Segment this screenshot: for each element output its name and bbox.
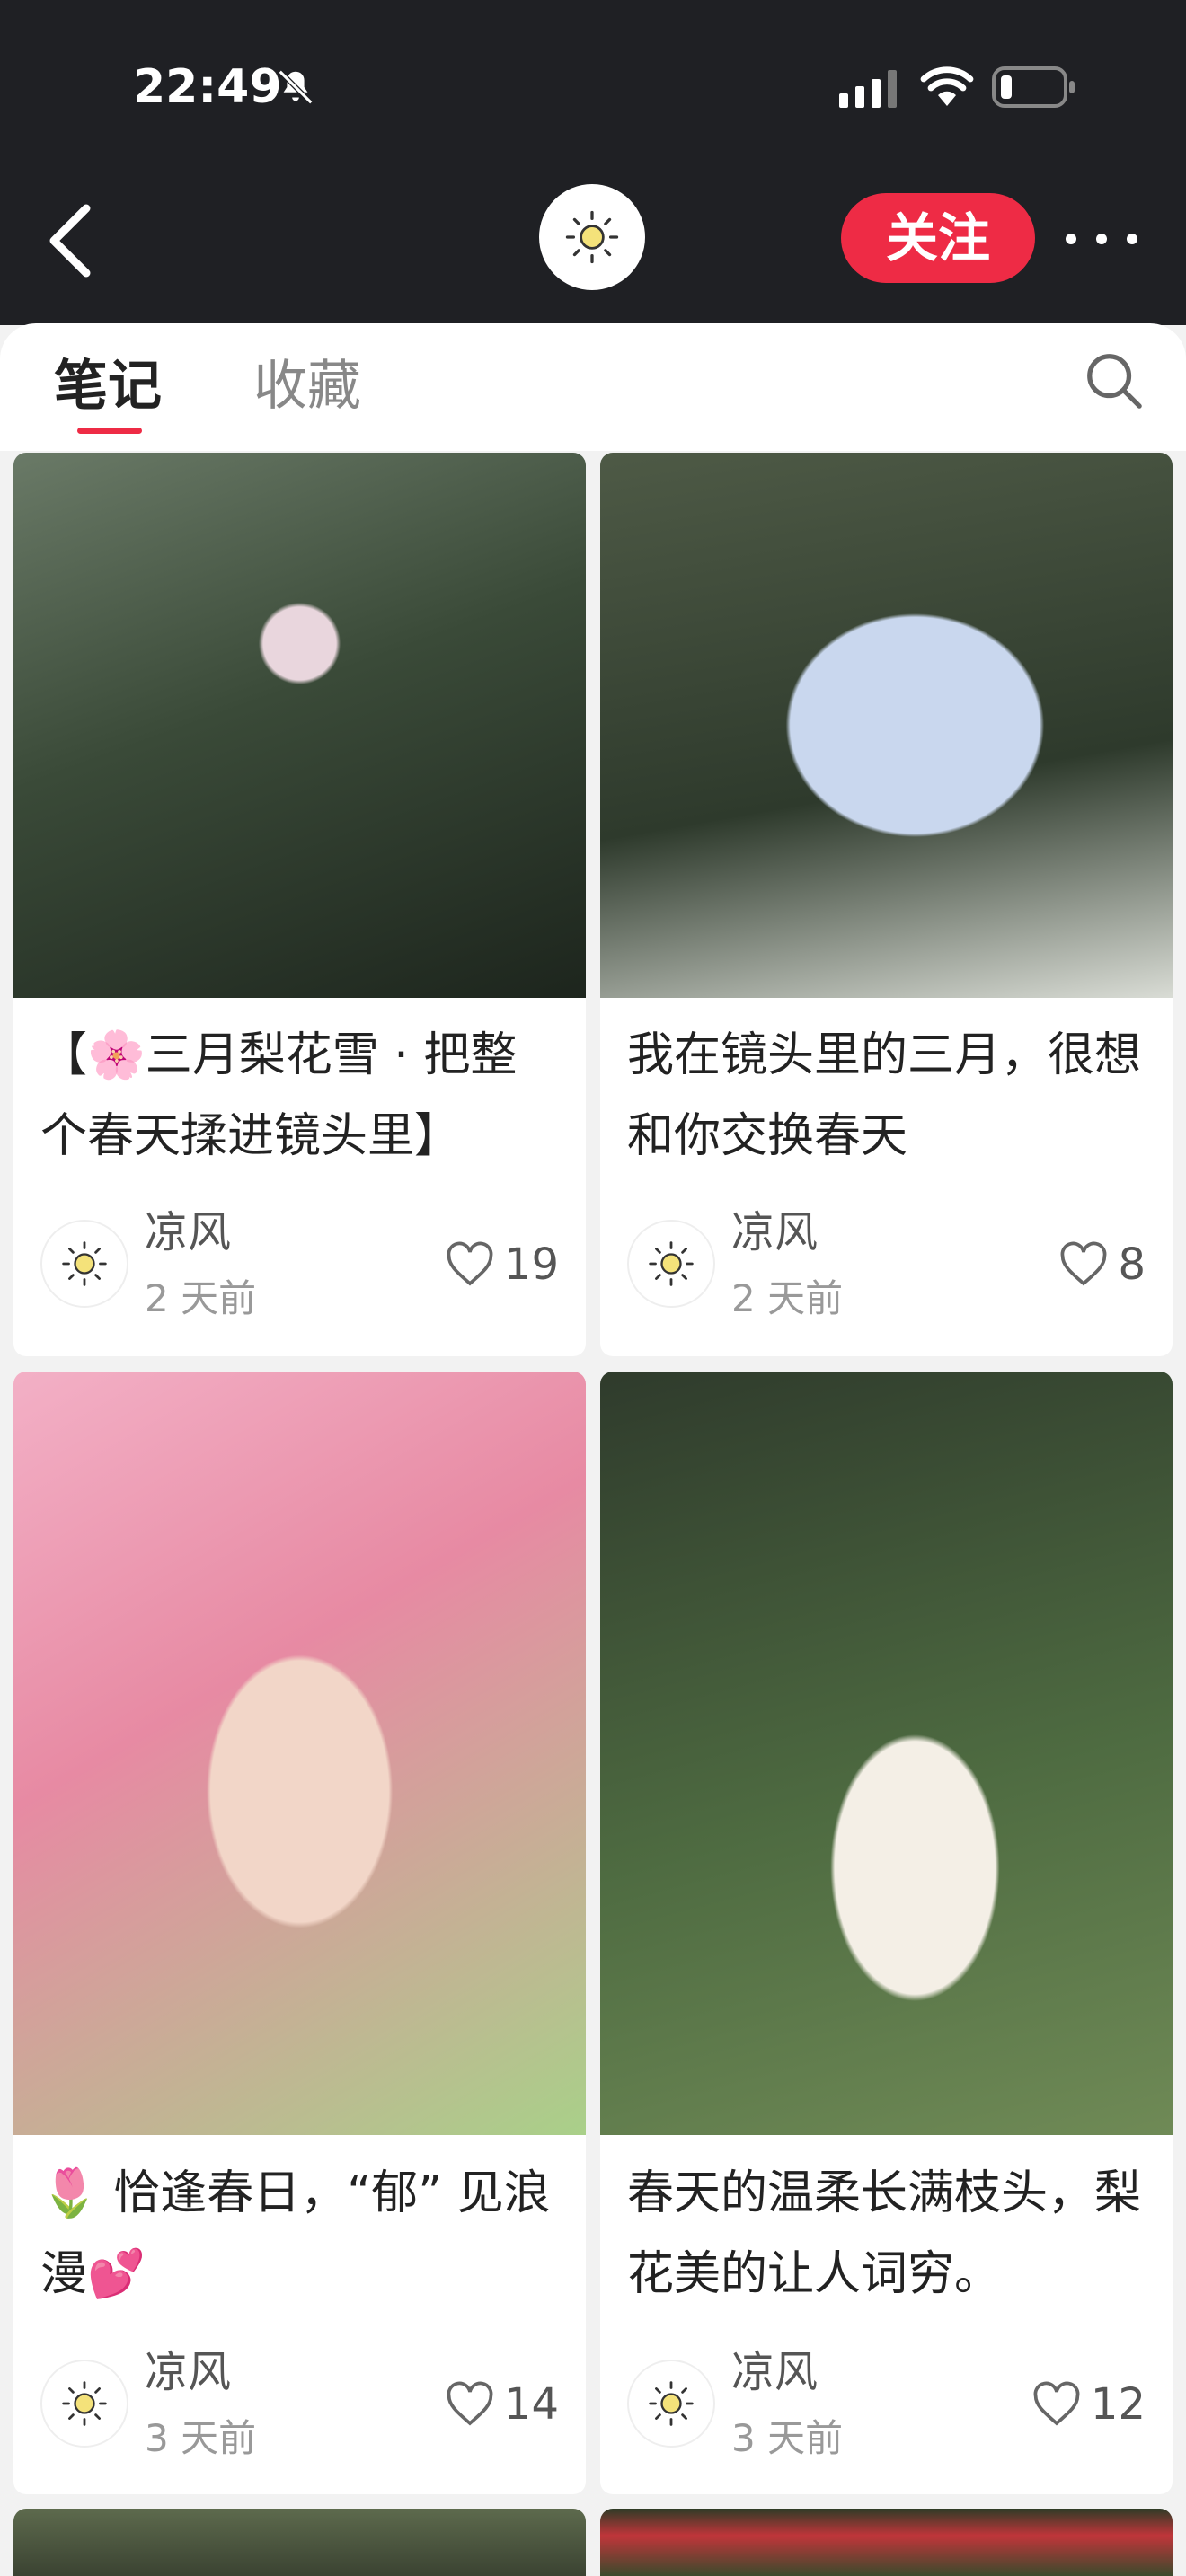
follow-button[interactable]: 关注 [841, 193, 1035, 283]
post-title: 【🌸三月梨花雪 · 把整个春天揉进镜头里】 [40, 1028, 518, 1163]
bell-slash-icon [278, 69, 314, 105]
heart-icon [1033, 2381, 1080, 2426]
like-button[interactable]: 8 [1058, 1238, 1146, 1292]
post-image[interactable] [13, 2509, 586, 2576]
post-title: 🌷 恰逢春日，“郁” 见浪漫💕 [40, 2166, 551, 2301]
cellular-signal-icon [839, 70, 897, 108]
like-button[interactable]: 12 [1031, 2378, 1146, 2431]
active-tab-indicator [77, 428, 142, 434]
author-avatar[interactable] [40, 1220, 128, 1308]
sun-icon [565, 210, 619, 264]
post-card[interactable]: 【🌸三月梨花雪 · 把整个春天揉进镜头里】 凉风 2 天前 19 [13, 453, 586, 1356]
heart-icon [1061, 1241, 1107, 1286]
like-count: 12 [1090, 2379, 1146, 2430]
post-card[interactable] [600, 2509, 1173, 2576]
post-title: 我在镜头里的三月，很想和你交换春天 [627, 1028, 1142, 1163]
like-count: 19 [503, 1239, 559, 1290]
sun-icon [649, 1241, 694, 1286]
post-image[interactable] [600, 1372, 1173, 2135]
post-time: 2 天前 [731, 1276, 844, 1320]
search-icon[interactable] [1082, 348, 1145, 411]
like-count: 14 [503, 2379, 559, 2430]
tab-bar: 笔记 收藏 [0, 323, 1186, 451]
like-button[interactable]: 14 [445, 2378, 559, 2431]
post-title: 春天的温柔长满枝头，梨花美的让人词穷。 [627, 2166, 1142, 2301]
author-name[interactable]: 凉风 [145, 1205, 231, 1259]
author-avatar[interactable] [627, 1220, 715, 1308]
more-options-button[interactable] [1066, 225, 1137, 253]
author-name[interactable]: 凉风 [145, 2345, 231, 2399]
post-time: 3 天前 [145, 2416, 257, 2460]
tab-notes[interactable]: 笔记 [54, 350, 162, 422]
more-dot [1127, 234, 1137, 244]
post-image[interactable] [13, 453, 586, 998]
wifi-icon [920, 66, 974, 106]
post-time: 3 天前 [731, 2416, 844, 2460]
sun-icon [649, 2381, 694, 2426]
post-card[interactable]: 🌷 恰逢春日，“郁” 见浪漫💕 凉风 3 天前 14 [13, 1372, 586, 2494]
author-avatar[interactable] [40, 2360, 128, 2448]
profile-header: 22:49 关注 [0, 0, 1186, 325]
user-avatar[interactable] [539, 184, 645, 290]
heart-icon [447, 1241, 493, 1286]
like-count: 8 [1118, 1239, 1146, 1290]
sun-icon [62, 1241, 107, 1286]
more-dot [1096, 234, 1107, 244]
status-time: 22:49 [133, 60, 282, 114]
post-card[interactable]: 我在镜头里的三月，很想和你交换春天 凉风 2 天前 8 [600, 453, 1173, 1356]
post-image[interactable] [13, 1372, 586, 2135]
like-button[interactable]: 19 [445, 1238, 559, 1292]
author-name[interactable]: 凉风 [731, 2345, 818, 2399]
post-card[interactable]: 春天的温柔长满枝头，梨花美的让人词穷。 凉风 3 天前 12 [600, 1372, 1173, 2494]
post-image[interactable] [600, 2509, 1173, 2576]
post-image[interactable] [600, 453, 1173, 998]
back-button[interactable] [43, 203, 97, 278]
heart-icon [447, 2381, 493, 2426]
post-time: 2 天前 [145, 1276, 257, 1320]
sun-icon [62, 2381, 107, 2426]
battery-icon [992, 66, 1075, 108]
post-card[interactable] [13, 2509, 586, 2576]
author-avatar[interactable] [627, 2360, 715, 2448]
tab-favorites[interactable]: 收藏 [253, 350, 361, 422]
more-dot [1066, 234, 1076, 244]
author-name[interactable]: 凉风 [731, 1205, 818, 1259]
